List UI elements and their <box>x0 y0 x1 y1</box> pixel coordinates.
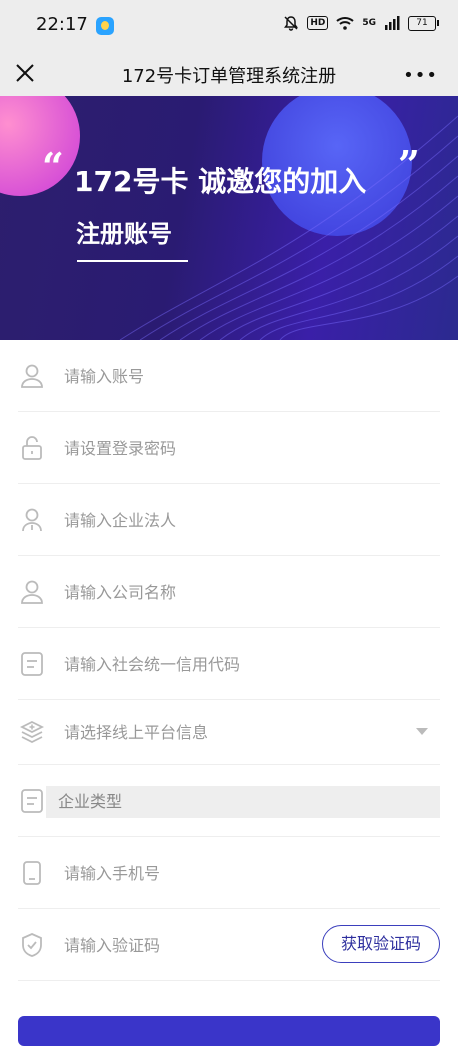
signal-bars-icon <box>385 16 400 30</box>
get-code-button[interactable]: 获取验证码 <box>322 925 440 963</box>
company-name-input[interactable] <box>64 578 364 606</box>
password-row <box>18 412 440 484</box>
document-icon <box>21 789 43 813</box>
quote-open: “ <box>42 144 64 189</box>
banner-headline: 172号卡 诚邀您的加入 <box>74 165 367 198</box>
layers-icon <box>19 720 45 744</box>
enterprise-type-row: 企业类型 <box>18 765 440 837</box>
status-bar: 22:17 HD 5G 71 <box>0 0 458 52</box>
banner-underline <box>77 260 188 262</box>
legal-person-row <box>18 484 440 556</box>
hero-banner: “ 172号卡 诚邀您的加入 ” 注册账号 <box>0 96 458 340</box>
shield-icon <box>22 933 42 957</box>
credit-code-row <box>18 628 440 700</box>
phone-icon <box>23 861 41 885</box>
legal-person-input[interactable] <box>64 506 364 534</box>
banner-subtitle: 注册账号 <box>76 220 172 248</box>
more-menu-button[interactable]: ••• <box>403 65 438 86</box>
status-time: 22:17 <box>36 14 88 35</box>
quote-close: ” <box>398 142 420 187</box>
verify-code-row: 获取验证码 <box>18 909 440 981</box>
wifi-icon <box>336 17 355 30</box>
password-input[interactable] <box>64 434 364 462</box>
company-row <box>18 556 440 628</box>
lock-icon <box>22 436 42 460</box>
submit-button[interactable] <box>18 1016 440 1046</box>
mute-bell-icon <box>284 16 299 31</box>
verify-code-input[interactable] <box>64 931 264 959</box>
user-icon <box>21 580 43 604</box>
phone-row <box>18 837 440 909</box>
enterprise-type-field: 企业类型 <box>46 786 440 818</box>
account-row <box>18 340 440 412</box>
app-notification-icon <box>96 17 114 35</box>
register-form: 请选择线上平台信息 企业类型 获取验证码 <box>18 340 440 981</box>
status-icons: HD 5G 71 <box>283 15 439 31</box>
decor-wave-lines <box>119 115 458 340</box>
platform-select[interactable]: 请选择线上平台信息 <box>18 700 440 765</box>
phone-input[interactable] <box>64 859 364 887</box>
chevron-down-icon <box>416 728 428 735</box>
nav-bar: 172号卡订单管理系统注册 ••• <box>0 52 458 96</box>
person-icon <box>22 508 42 532</box>
platform-select-value: 请选择线上平台信息 <box>64 723 209 742</box>
credit-code-input[interactable] <box>64 650 364 678</box>
document-icon <box>21 652 43 676</box>
page-title: 172号卡订单管理系统注册 <box>121 66 337 87</box>
battery-indicator: 71 <box>408 15 439 31</box>
user-icon <box>21 364 43 388</box>
account-input[interactable] <box>64 362 364 390</box>
signal-5g-label: 5G <box>362 18 376 28</box>
hd-badge: HD <box>307 16 329 30</box>
